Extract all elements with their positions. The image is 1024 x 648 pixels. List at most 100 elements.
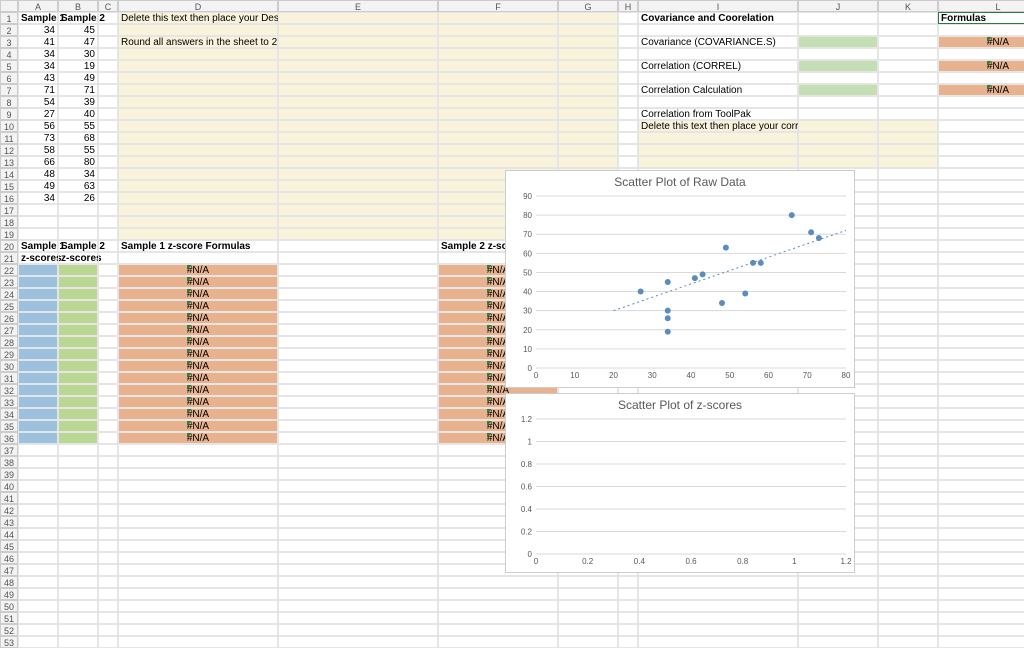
- cell-E39[interactable]: [278, 468, 438, 480]
- cell-E41[interactable]: [278, 492, 438, 504]
- row-header-42[interactable]: 42: [0, 504, 18, 516]
- cell-L36[interactable]: [938, 432, 1024, 444]
- row-header-40[interactable]: 40: [0, 480, 18, 492]
- cell-A25[interactable]: [18, 300, 58, 312]
- cell-C33[interactable]: [98, 396, 118, 408]
- cell-C17[interactable]: [98, 204, 118, 216]
- cell-J4[interactable]: [798, 48, 878, 60]
- col-header-I[interactable]: I: [638, 0, 798, 12]
- cell-L10[interactable]: [938, 120, 1024, 132]
- cell-D19[interactable]: [118, 228, 278, 240]
- cell-A7[interactable]: 71: [18, 84, 58, 96]
- cell-B17[interactable]: [58, 204, 98, 216]
- cell-K7[interactable]: [878, 84, 938, 96]
- cell-B44[interactable]: [58, 528, 98, 540]
- row-header-34[interactable]: 34: [0, 408, 18, 420]
- cell-D31[interactable]: #N/A: [118, 372, 278, 384]
- cell-C52[interactable]: [98, 624, 118, 636]
- cell-C37[interactable]: [98, 444, 118, 456]
- cell-D4[interactable]: [118, 48, 278, 60]
- cell-A6[interactable]: 43: [18, 72, 58, 84]
- cell-L47[interactable]: [938, 564, 1024, 576]
- cell-E4[interactable]: [278, 48, 438, 60]
- cell-D10[interactable]: [118, 120, 278, 132]
- cell-L32[interactable]: [938, 384, 1024, 396]
- row-header-17[interactable]: 17: [0, 204, 18, 216]
- cell-I48[interactable]: [638, 576, 798, 588]
- cell-A17[interactable]: [18, 204, 58, 216]
- cell-C9[interactable]: [98, 108, 118, 120]
- cell-C22[interactable]: [98, 264, 118, 276]
- cell-D33[interactable]: #N/A: [118, 396, 278, 408]
- cell-B32[interactable]: [58, 384, 98, 396]
- row-header-8[interactable]: 8: [0, 96, 18, 108]
- cell-H12[interactable]: [618, 144, 638, 156]
- cell-J12[interactable]: [798, 144, 878, 156]
- cell-L2[interactable]: [938, 24, 1024, 36]
- cell-B2[interactable]: 45: [58, 24, 98, 36]
- cell-A44[interactable]: [18, 528, 58, 540]
- cell-D46[interactable]: [118, 552, 278, 564]
- cell-D36[interactable]: #N/A: [118, 432, 278, 444]
- cell-D14[interactable]: [118, 168, 278, 180]
- cell-B20[interactable]: Sample 2: [58, 240, 98, 252]
- cell-J1[interactable]: [798, 12, 878, 24]
- cell-C44[interactable]: [98, 528, 118, 540]
- cell-K24[interactable]: [878, 288, 938, 300]
- row-header-26[interactable]: 26: [0, 312, 18, 324]
- cell-L45[interactable]: [938, 540, 1024, 552]
- cell-A49[interactable]: [18, 588, 58, 600]
- cell-G12[interactable]: [558, 144, 618, 156]
- cell-C18[interactable]: [98, 216, 118, 228]
- cell-A42[interactable]: [18, 504, 58, 516]
- cell-L34[interactable]: [938, 408, 1024, 420]
- cell-K37[interactable]: [878, 444, 938, 456]
- cell-I49[interactable]: [638, 588, 798, 600]
- cell-F8[interactable]: [438, 96, 558, 108]
- cell-F48[interactable]: [438, 576, 558, 588]
- cell-L24[interactable]: [938, 288, 1024, 300]
- cell-D35[interactable]: #N/A: [118, 420, 278, 432]
- cell-B43[interactable]: [58, 516, 98, 528]
- cell-C31[interactable]: [98, 372, 118, 384]
- cell-L30[interactable]: [938, 360, 1024, 372]
- cell-H13[interactable]: [618, 156, 638, 168]
- cell-J10[interactable]: [798, 120, 878, 132]
- cell-L41[interactable]: [938, 492, 1024, 504]
- cell-E29[interactable]: [278, 348, 438, 360]
- cell-I50[interactable]: [638, 600, 798, 612]
- cell-F3[interactable]: [438, 36, 558, 48]
- row-header-41[interactable]: 41: [0, 492, 18, 504]
- cell-L25[interactable]: [938, 300, 1024, 312]
- row-header-22[interactable]: 22: [0, 264, 18, 276]
- cell-G53[interactable]: [558, 636, 618, 648]
- cell-D5[interactable]: [118, 60, 278, 72]
- cell-A47[interactable]: [18, 564, 58, 576]
- cell-D13[interactable]: [118, 156, 278, 168]
- cell-C13[interactable]: [98, 156, 118, 168]
- row-header-5[interactable]: 5: [0, 60, 18, 72]
- cell-E18[interactable]: [278, 216, 438, 228]
- cell-C16[interactable]: [98, 192, 118, 204]
- cell-F5[interactable]: [438, 60, 558, 72]
- cell-A26[interactable]: [18, 312, 58, 324]
- cell-K18[interactable]: [878, 216, 938, 228]
- cell-A39[interactable]: [18, 468, 58, 480]
- cell-B51[interactable]: [58, 612, 98, 624]
- cell-G11[interactable]: [558, 132, 618, 144]
- cell-K46[interactable]: [878, 552, 938, 564]
- cell-K36[interactable]: [878, 432, 938, 444]
- cell-B42[interactable]: [58, 504, 98, 516]
- cell-E9[interactable]: [278, 108, 438, 120]
- cell-H5[interactable]: [618, 60, 638, 72]
- cell-C6[interactable]: [98, 72, 118, 84]
- cell-F52[interactable]: [438, 624, 558, 636]
- cell-C3[interactable]: [98, 36, 118, 48]
- row-header-2[interactable]: 2: [0, 24, 18, 36]
- cell-E44[interactable]: [278, 528, 438, 540]
- cell-K52[interactable]: [878, 624, 938, 636]
- cell-C10[interactable]: [98, 120, 118, 132]
- cell-C41[interactable]: [98, 492, 118, 504]
- row-header-21[interactable]: 21: [0, 252, 18, 264]
- cell-L28[interactable]: [938, 336, 1024, 348]
